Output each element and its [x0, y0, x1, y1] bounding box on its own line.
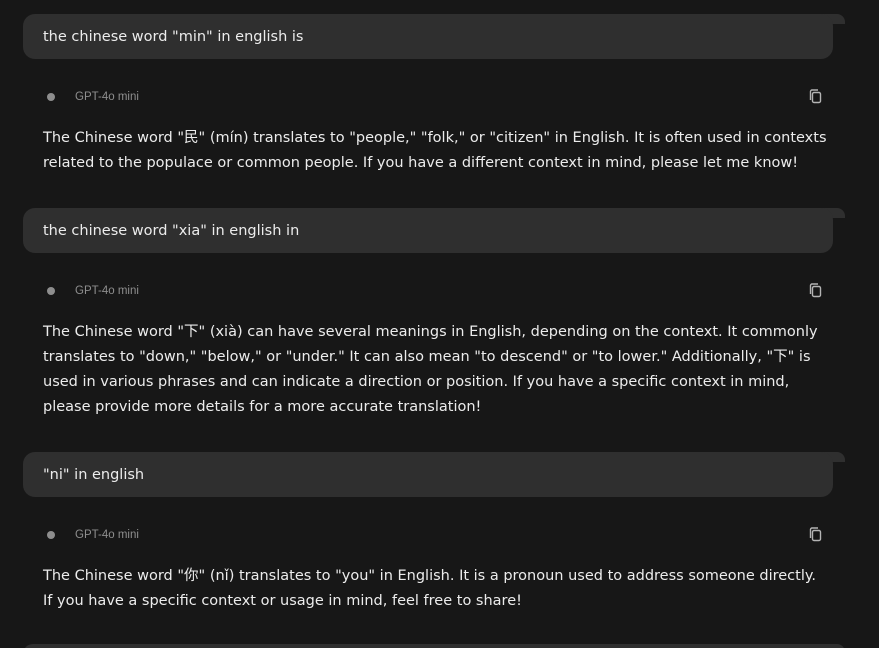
model-label-row: GPT-4o mini: [43, 524, 833, 546]
model-name: GPT-4o mini: [75, 91, 139, 103]
copy-icon[interactable]: [807, 526, 825, 544]
model-label-row: GPT-4o mini: [43, 280, 833, 302]
model-avatar-icon: [47, 287, 55, 295]
user-message-text: the chinese word "xia" in english in: [43, 222, 300, 239]
assistant-message: The Chinese word "你" (nǐ) translates to …: [43, 568, 816, 609]
assistant-message: The Chinese word "民" (mín) translates to…: [43, 130, 827, 171]
copy-icon[interactable]: [807, 88, 825, 106]
model-label-row: GPT-4o mini: [43, 86, 833, 108]
user-message: the chinese word "min" in english is: [23, 14, 833, 59]
user-message-text: the chinese word "min" in english is: [43, 28, 304, 45]
assistant-message: The Chinese word "下" (xià) can have seve…: [43, 324, 818, 415]
user-bubble-tail: [820, 644, 845, 648]
model-avatar-icon: [47, 93, 55, 101]
copy-icon[interactable]: [807, 282, 825, 300]
model-avatar-icon: [47, 531, 55, 539]
next-user-message-edge: [23, 644, 833, 648]
user-message: "ni" in english: [23, 452, 833, 497]
model-name: GPT-4o mini: [75, 285, 139, 297]
chat-page: the chinese word "min" in english is GPT…: [0, 0, 879, 648]
model-name: GPT-4o mini: [75, 529, 139, 541]
user-message: the chinese word "xia" in english in: [23, 208, 833, 253]
user-message-text: "ni" in english: [43, 466, 145, 483]
